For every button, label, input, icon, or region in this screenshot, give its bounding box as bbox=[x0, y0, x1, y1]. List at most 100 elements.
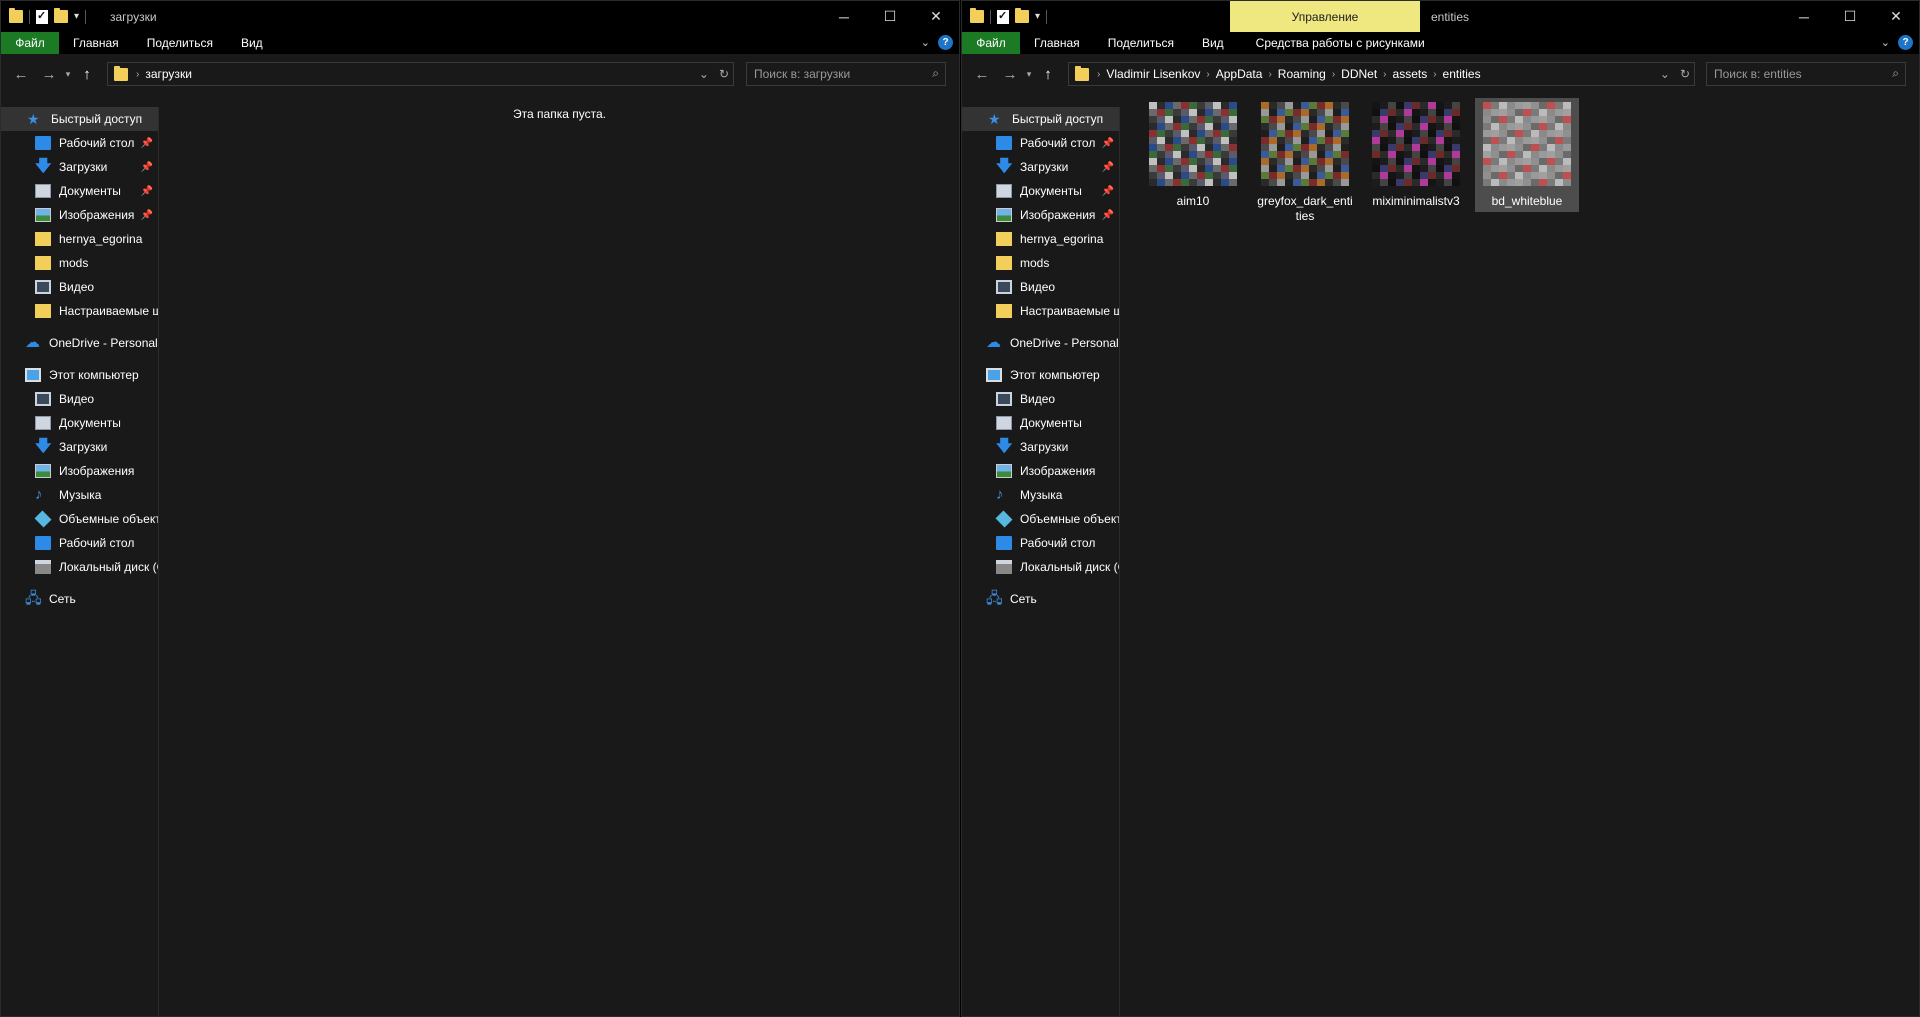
nav-item-downloads[interactable]: 🡇 Загрузки bbox=[1, 435, 158, 459]
nav-item-videos[interactable]: Видео bbox=[1, 275, 158, 299]
recent-locations-icon[interactable]: ▾ bbox=[1022, 62, 1036, 86]
nav-item-mods[interactable]: mods bbox=[962, 251, 1119, 275]
file-tile[interactable]: bd_whiteblue bbox=[1475, 98, 1579, 212]
nav-item-hernya-egorina[interactable]: hernya_egorina bbox=[1, 227, 158, 251]
properties-icon[interactable] bbox=[997, 9, 1009, 24]
search-input[interactable]: Поиск в: entities ⌕ bbox=[1706, 62, 1906, 86]
new-folder-icon[interactable] bbox=[54, 8, 68, 23]
file-tile[interactable]: aim10 bbox=[1141, 98, 1245, 212]
file-tile[interactable]: greyfox_dark_entities bbox=[1253, 98, 1357, 223]
nav-item-pictures[interactable]: Изображения bbox=[1, 459, 158, 483]
tab-file[interactable]: Файл bbox=[1, 32, 59, 54]
file-list-area[interactable]: Эта папка пуста. bbox=[160, 94, 959, 1016]
nav-network[interactable]: 🖧 Сеть bbox=[962, 587, 1119, 611]
nav-quick-access[interactable]: ★ Быстрый доступ bbox=[1, 107, 158, 131]
nav-item-documents[interactable]: Документы 📌 bbox=[962, 179, 1119, 203]
maximize-icon[interactable]: ☐ bbox=[1827, 1, 1873, 32]
navigation-pane[interactable]: ★ Быстрый доступ Рабочий стол 📌 🡇 Загрузки 📌… bbox=[962, 107, 1120, 1016]
tab-file[interactable]: Файл bbox=[962, 32, 1020, 54]
breadcrumb-item[interactable]: Vladimir Lisenkov bbox=[1100, 67, 1206, 81]
breadcrumb-item[interactable]: Roaming bbox=[1272, 67, 1332, 81]
nav-item-documents[interactable]: Документы bbox=[1, 411, 158, 435]
nav-this-pc[interactable]: Этот компьютер bbox=[962, 363, 1119, 387]
nav-item-desktop[interactable]: Рабочий стол 📌 bbox=[1, 131, 158, 155]
new-folder-icon[interactable] bbox=[1015, 8, 1029, 23]
expand-ribbon-icon[interactable]: ⌄ bbox=[1881, 36, 1890, 49]
file-tile[interactable]: miximinimalistv3 bbox=[1364, 98, 1468, 212]
address-bar[interactable]: › Vladimir Lisenkov › AppData › Roaming … bbox=[1068, 62, 1695, 86]
nav-item-documents[interactable]: Документы 📌 bbox=[1, 179, 158, 203]
expand-ribbon-icon[interactable]: ⌄ bbox=[921, 36, 930, 49]
nav-item-custom[interactable]: Настраиваемые ш bbox=[962, 299, 1119, 323]
search-input[interactable]: Поиск в: загрузки ⌕ bbox=[746, 62, 946, 86]
breadcrumb-item[interactable]: DDNet bbox=[1335, 67, 1383, 81]
maximize-icon[interactable]: ☐ bbox=[867, 1, 913, 32]
nav-item-mods[interactable]: mods bbox=[1, 251, 158, 275]
tab-share[interactable]: Поделиться bbox=[133, 32, 227, 54]
address-bar[interactable]: › загрузки ⌄ ↻ bbox=[107, 62, 734, 86]
nav-this-pc[interactable]: Этот компьютер bbox=[1, 363, 158, 387]
nav-item-hernya-egorina[interactable]: hernya_egorina bbox=[962, 227, 1119, 251]
breadcrumb-item[interactable]: загрузки bbox=[139, 67, 198, 81]
help-icon[interactable]: ? bbox=[1898, 35, 1913, 50]
nav-item-music[interactable]: ♪ Музыка bbox=[1, 483, 158, 507]
close-icon[interactable]: ✕ bbox=[1873, 1, 1919, 32]
nav-item-custom[interactable]: Настраиваемые ш bbox=[1, 299, 158, 323]
up-arrow-icon[interactable]: ↑ bbox=[75, 62, 99, 86]
customize-toolbar-icon[interactable]: ▾ bbox=[74, 11, 79, 22]
forward-arrow-icon[interactable]: → bbox=[37, 62, 61, 86]
nav-item-desktop[interactable]: Рабочий стол bbox=[962, 531, 1119, 555]
file-list-area[interactable]: aim10 greyfox_dark_entities miximinimali… bbox=[1121, 94, 1919, 1016]
help-icon[interactable]: ? bbox=[938, 35, 953, 50]
nav-item-documents[interactable]: Документы bbox=[962, 411, 1119, 435]
breadcrumb-item[interactable]: assets bbox=[1387, 67, 1434, 81]
search-icon[interactable]: ⌕ bbox=[932, 66, 939, 81]
breadcrumb-item[interactable]: entities bbox=[1437, 67, 1487, 81]
breadcrumb-item[interactable]: AppData bbox=[1210, 67, 1269, 81]
nav-item-downloads[interactable]: 🡇 Загрузки 📌 bbox=[1, 155, 158, 179]
nav-item-downloads[interactable]: 🡇 Загрузки bbox=[962, 435, 1119, 459]
minimize-icon[interactable]: ─ bbox=[821, 1, 867, 32]
customize-toolbar-icon[interactable]: ▾ bbox=[1035, 11, 1040, 22]
nav-network[interactable]: 🖧 Сеть bbox=[1, 587, 158, 611]
tab-picture-tools[interactable]: Средства работы с рисунками bbox=[1238, 32, 1439, 54]
nav-item-videos[interactable]: Видео bbox=[1, 387, 158, 411]
nav-item-local-disk[interactable]: Локальный диск (С bbox=[1, 555, 158, 579]
refresh-icon[interactable]: ↻ bbox=[719, 67, 729, 81]
nav-item-3d-objects[interactable]: Объемные объект bbox=[962, 507, 1119, 531]
nav-item-videos[interactable]: Видео bbox=[962, 387, 1119, 411]
nav-item-music[interactable]: ♪ Музыка bbox=[962, 483, 1119, 507]
nav-item-desktop[interactable]: Рабочий стол 📌 bbox=[962, 131, 1119, 155]
nav-quick-access[interactable]: ★ Быстрый доступ bbox=[962, 107, 1119, 131]
nav-item-downloads[interactable]: 🡇 Загрузки 📌 bbox=[962, 155, 1119, 179]
nav-onedrive[interactable]: ☁ OneDrive - Personal bbox=[962, 331, 1119, 355]
forward-arrow-icon[interactable]: → bbox=[998, 62, 1022, 86]
nav-item-local-disk[interactable]: Локальный диск (С bbox=[962, 555, 1119, 579]
nav-item-pictures[interactable]: Изображения bbox=[962, 459, 1119, 483]
back-arrow-icon[interactable]: ← bbox=[9, 62, 33, 86]
address-dropdown-icon[interactable]: ⌄ bbox=[699, 67, 709, 81]
nav-onedrive[interactable]: ☁ OneDrive - Personal bbox=[1, 331, 158, 355]
refresh-icon[interactable]: ↻ bbox=[1680, 67, 1690, 81]
nav-item-desktop[interactable]: Рабочий стол bbox=[1, 531, 158, 555]
tab-share[interactable]: Поделиться bbox=[1094, 32, 1188, 54]
recent-locations-icon[interactable]: ▾ bbox=[61, 62, 75, 86]
nav-item-pictures[interactable]: Изображения 📌 bbox=[1, 203, 158, 227]
tab-view[interactable]: Вид bbox=[227, 32, 277, 54]
minimize-icon[interactable]: ─ bbox=[1781, 1, 1827, 32]
nav-item-pictures[interactable]: Изображения 📌 bbox=[962, 203, 1119, 227]
thumbnail-pixel bbox=[1515, 130, 1523, 137]
address-dropdown-icon[interactable]: ⌄ bbox=[1660, 67, 1670, 81]
navigation-pane[interactable]: ★ Быстрый доступ Рабочий стол 📌 🡇 Загрузки 📌… bbox=[1, 107, 159, 1016]
properties-icon[interactable] bbox=[36, 9, 48, 24]
tab-manage[interactable]: Управление bbox=[1230, 1, 1420, 32]
tab-home[interactable]: Главная bbox=[59, 32, 133, 54]
back-arrow-icon[interactable]: ← bbox=[970, 62, 994, 86]
close-icon[interactable]: ✕ bbox=[913, 1, 959, 32]
nav-item-videos[interactable]: Видео bbox=[962, 275, 1119, 299]
nav-item-3d-objects[interactable]: Объемные объект bbox=[1, 507, 158, 531]
up-arrow-icon[interactable]: ↑ bbox=[1036, 62, 1060, 86]
tab-view[interactable]: Вид bbox=[1188, 32, 1238, 54]
search-icon[interactable]: ⌕ bbox=[1892, 66, 1899, 81]
tab-home[interactable]: Главная bbox=[1020, 32, 1094, 54]
